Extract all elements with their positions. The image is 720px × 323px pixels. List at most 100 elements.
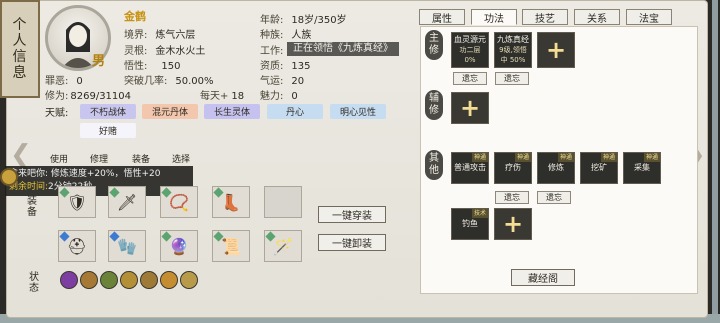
tab-arts[interactable]: 技艺 [522, 9, 568, 25]
breakthrough-label: 突破几率: [124, 76, 168, 87]
status-icon[interactable] [60, 271, 78, 289]
main-skill-slot[interactable]: 血灵源元 功二层 0% [451, 32, 489, 68]
luck-label: 气运: [260, 76, 284, 87]
tab-repair[interactable]: 修理 [90, 152, 108, 165]
status-icon[interactable] [120, 271, 138, 289]
talent-tag[interactable]: 不朽战体 [80, 104, 136, 119]
equip-slot[interactable]: 👢 [212, 186, 250, 218]
cultivation-value: 8269/31104 [70, 91, 132, 102]
sword-icon: 🗡 [116, 192, 138, 212]
equip-slot[interactable]: 🛡 [58, 186, 96, 218]
boots-icon: 👢 [221, 192, 241, 212]
breakthrough-row: 突破几率: 50.00% [124, 72, 214, 87]
age-value: 18岁/350岁 [291, 15, 347, 26]
charm-row: 魅力: 0 [260, 87, 298, 102]
add-main-skill-button[interactable]: + [537, 32, 575, 68]
empty-equip-slot[interactable] [264, 186, 302, 218]
talent-tag[interactable]: 混元丹体 [142, 104, 198, 119]
main-skill-slot[interactable]: 九炼真经 9级,领悟 中 50% [494, 32, 532, 68]
status-icon[interactable] [140, 271, 158, 289]
equip-slot[interactable]: 🔮 [160, 230, 198, 262]
one-key-wear-button[interactable]: 一键穿装 [318, 206, 386, 223]
section-aux-label: 辅修 [425, 90, 443, 120]
add-other-skill-button[interactable]: + [494, 208, 532, 240]
status-icon[interactable] [100, 271, 118, 289]
other-skill-slot[interactable]: 神通 修炼 [537, 152, 575, 184]
charm-value: 0 [291, 91, 298, 102]
other-skill-slot[interactable]: 技术 钓鱼 [451, 208, 489, 240]
per-day-row: 每天+ 18 [200, 87, 244, 102]
skill-badge: 神通 [643, 153, 660, 162]
title-char: 信 [12, 49, 28, 65]
comprehend-notice: 正在领悟《九炼真经》 [287, 42, 399, 56]
skill-sub: 9级,领悟 [499, 46, 527, 54]
skill-title: 钓鱼 [462, 219, 478, 228]
forget-button[interactable]: 遗忘 [495, 191, 529, 204]
library-button[interactable]: 藏经阁 [511, 269, 575, 286]
plus-icon: + [502, 210, 524, 238]
add-aux-skill-button[interactable]: + [451, 92, 489, 124]
helmet-icon: ⛑ [66, 236, 88, 256]
tab-use[interactable]: 使用 [50, 152, 68, 165]
age-row: 年龄: 18岁/350岁 [260, 11, 347, 26]
one-key-remove-button[interactable]: 一键卸装 [318, 234, 386, 251]
skill-pct: 0% [464, 56, 476, 64]
skill-badge: 神通 [514, 153, 531, 162]
luck-value: 20 [291, 76, 305, 87]
equip-slot[interactable]: 🧤 [108, 230, 146, 262]
title-char: 个 [12, 17, 28, 33]
equip-slot[interactable]: 🪄 [264, 230, 302, 262]
talent-tag[interactable]: 丹心 [267, 104, 323, 119]
aptitude-row: 资质: 135 [260, 57, 310, 72]
equip-tabs: 使用 修理 装备 选择 [50, 150, 200, 166]
skill-title: 血灵源元 [454, 35, 486, 44]
skill-title: 普通攻击 [454, 163, 486, 172]
tab-skills[interactable]: 功法 [471, 9, 517, 25]
forget-button[interactable]: 遗忘 [537, 191, 571, 204]
comprehension-label: 悟性: [124, 61, 148, 72]
other-skill-slot[interactable]: 神通 采集 [623, 152, 661, 184]
talent-tag[interactable]: 长生灵体 [204, 104, 260, 119]
skill-badge: 神通 [557, 153, 574, 162]
tab-equip[interactable]: 装备 [132, 152, 150, 165]
orb-icon: 🔮 [169, 236, 189, 256]
status-icon[interactable] [160, 271, 178, 289]
gender-label: 男 [92, 54, 106, 69]
other-skill-slot[interactable]: 神通 普通攻击 [451, 152, 489, 184]
equip-section-label: 装备 [27, 196, 37, 218]
forget-button[interactable]: 遗忘 [453, 72, 487, 85]
work-label: 工作: [260, 46, 284, 57]
vscroll-bar[interactable] [712, 0, 718, 314]
equip-slot[interactable]: ⛑ [58, 230, 96, 262]
scroll-icon: 📜 [221, 236, 241, 256]
age-label: 年龄: [260, 15, 284, 26]
equip-slot[interactable]: 📜 [212, 230, 250, 262]
equip-slot[interactable]: 🗡 [108, 186, 146, 218]
talent-tag[interactable]: 好赌 [80, 123, 136, 138]
other-skill-slot[interactable]: 神通 疗伤 [494, 152, 532, 184]
realm-label: 境界: [124, 30, 148, 41]
tab-select[interactable]: 选择 [172, 152, 190, 165]
realm-row: 境界: 炼气六层 [124, 26, 195, 41]
other-skill-slot[interactable]: 神通 挖矿 [580, 152, 618, 184]
forget-button[interactable]: 遗忘 [495, 72, 529, 85]
buff-icon[interactable] [0, 168, 18, 186]
skill-title: 修炼 [548, 163, 564, 172]
section-other-label: 其他 [425, 150, 443, 180]
gauntlet-icon: 🧤 [117, 236, 137, 256]
equip-slot[interactable]: 📿 [160, 186, 198, 218]
root-value: 金木水火土 [155, 46, 206, 57]
status-icon[interactable] [180, 271, 198, 289]
skill-badge: 技术 [471, 209, 488, 218]
tab-treasures[interactable]: 法宝 [626, 9, 672, 25]
tab-relations[interactable]: 关系 [574, 9, 620, 25]
sin-row: 罪恶: 0 [45, 72, 83, 87]
status-icon[interactable] [80, 271, 98, 289]
tab-attributes[interactable]: 属性 [419, 9, 465, 25]
amulet-icon: 📿 [169, 192, 189, 212]
talent-label: 天赋: [45, 108, 69, 119]
tooltip-line: 拿来吧你: 修炼速度+20%，悟性+20 [9, 169, 161, 179]
talent-tag[interactable]: 明心见性 [330, 104, 386, 119]
root-row: 灵根: 金木水火土 [124, 42, 205, 57]
title-char: 人 [12, 33, 28, 49]
